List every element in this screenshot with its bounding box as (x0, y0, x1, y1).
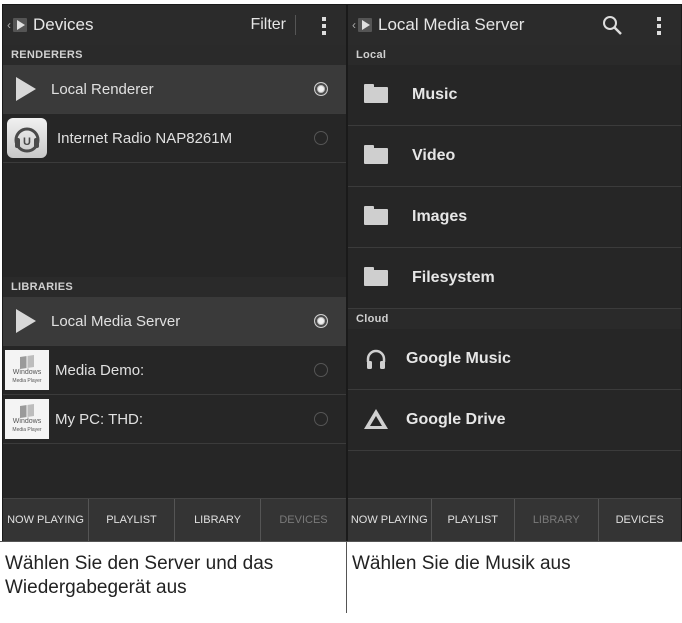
library-label: My PC: THD: (55, 410, 144, 428)
caption-left: Wählen Sie den Server und das Wiedergabe… (5, 553, 274, 598)
app-logo-icon[interactable] (13, 18, 27, 32)
google-drive-icon (362, 406, 390, 434)
folder-label: Video (412, 147, 456, 164)
back-icon[interactable]: ‹ (7, 18, 11, 32)
play-icon (11, 306, 41, 336)
play-icon (11, 74, 41, 104)
radio-unselected[interactable] (314, 412, 328, 426)
devices-screen: ‹ Devices Filter RENDERERS Local Rendere… (2, 4, 347, 542)
action-bar: ‹ Local Media Server (348, 5, 681, 45)
tab-devices[interactable]: DEVICES (261, 499, 346, 541)
search-icon[interactable] (601, 14, 623, 36)
app-logo-icon[interactable] (358, 18, 372, 32)
renderers-header: RENDERERS (3, 45, 346, 65)
folder-music[interactable]: Music (348, 65, 681, 126)
overflow-menu-icon[interactable] (657, 17, 661, 35)
svg-text:U: U (23, 136, 31, 148)
folder-label: Filesystem (412, 269, 495, 286)
caption-right: Wählen Sie die Musik aus (352, 553, 571, 574)
library-media-demo[interactable]: Windows Media Player Media Demo: (3, 346, 346, 395)
tab-library[interactable]: LIBRARY (515, 499, 599, 541)
library-my-pc[interactable]: Windows Media Player My PC: THD: (3, 395, 346, 444)
action-bar: ‹ Devices Filter (3, 5, 346, 45)
folder-icon (364, 84, 388, 103)
folder-icon (364, 145, 388, 164)
tab-bar: NOW PLAYING PLAYLIST LIBRARY DEVICES (3, 498, 346, 541)
libraries-header: LIBRARIES (3, 277, 346, 297)
divider (295, 15, 296, 35)
folder-images[interactable]: Images (348, 187, 681, 248)
filter-button[interactable]: Filter (250, 16, 286, 34)
folder-filesystem[interactable]: Filesystem (348, 248, 681, 309)
library-local-media-server[interactable]: Local Media Server (3, 297, 346, 346)
renderer-internet-radio[interactable]: U Internet Radio NAP8261M (3, 114, 346, 163)
radio-selected[interactable] (314, 314, 328, 328)
windows-media-player-icon: Windows Media Player (5, 399, 49, 439)
cloud-google-music[interactable]: Google Music (348, 329, 681, 390)
cloud-label: Google Music (406, 350, 511, 367)
folder-label: Images (412, 208, 468, 225)
folder-label: Music (412, 86, 458, 103)
renderer-local[interactable]: Local Renderer (3, 65, 346, 114)
radio-unselected[interactable] (314, 363, 328, 377)
windows-media-player-icon: Windows Media Player (5, 350, 49, 390)
radio-device-icon: U (7, 118, 47, 158)
overflow-menu-icon[interactable] (322, 17, 326, 35)
tab-library[interactable]: LIBRARY (175, 499, 261, 541)
radio-selected[interactable] (314, 82, 328, 96)
headphones-icon (362, 345, 390, 373)
tab-bar: NOW PLAYING PLAYLIST LIBRARY DEVICES (348, 498, 681, 541)
cloud-google-drive[interactable]: Google Drive (348, 390, 681, 451)
library-screen: ‹ Local Media Server Local Music Video I… (347, 4, 682, 542)
tab-now-playing[interactable]: NOW PLAYING (3, 499, 89, 541)
tab-devices[interactable]: DEVICES (599, 499, 682, 541)
library-label: Media Demo: (55, 361, 145, 379)
library-label: Local Media Server (51, 312, 181, 330)
page-title: Devices (33, 15, 94, 34)
folder-video[interactable]: Video (348, 126, 681, 187)
folder-icon (364, 267, 388, 286)
folder-icon (364, 206, 388, 225)
local-header: Local (348, 45, 681, 65)
cloud-header: Cloud (348, 309, 681, 329)
page-title: Local Media Server (378, 15, 525, 34)
tab-playlist[interactable]: PLAYLIST (89, 499, 175, 541)
tab-now-playing[interactable]: NOW PLAYING (348, 499, 432, 541)
tab-playlist[interactable]: PLAYLIST (432, 499, 515, 541)
captions: Wählen Sie den Server und das Wiedergabe… (0, 542, 682, 613)
back-icon[interactable]: ‹ (352, 18, 356, 32)
renderer-label: Local Renderer (51, 80, 154, 98)
renderer-label: Internet Radio NAP8261M (57, 129, 233, 147)
radio-unselected[interactable] (314, 131, 328, 145)
cloud-label: Google Drive (406, 411, 506, 428)
